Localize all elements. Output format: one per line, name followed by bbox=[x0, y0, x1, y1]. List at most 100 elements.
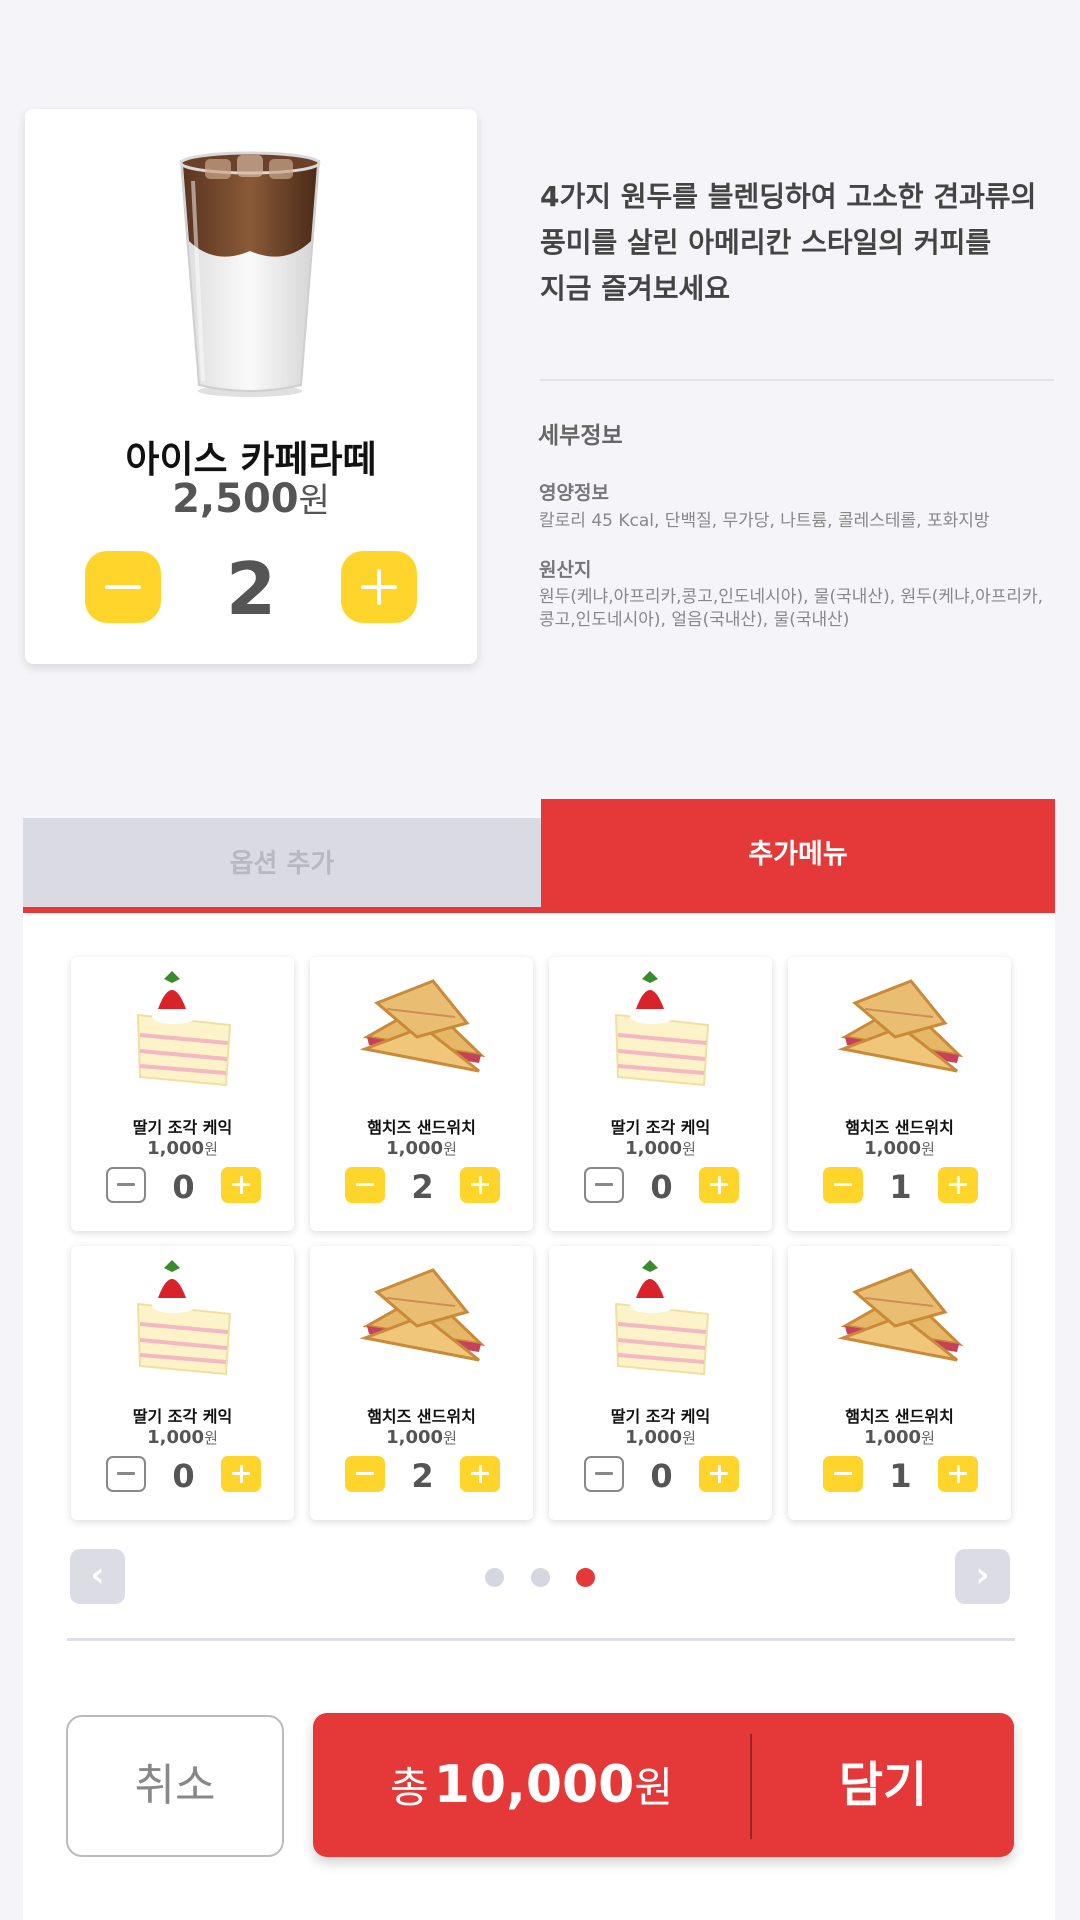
item-increase-button[interactable] bbox=[699, 1456, 739, 1492]
item-price-unit: 원 bbox=[682, 1429, 696, 1447]
divider bbox=[540, 379, 1054, 381]
item-quantity: 0 bbox=[650, 1168, 673, 1206]
product-price-value: 2,500 bbox=[172, 476, 299, 522]
item-name: 딸기 조각 케익 bbox=[132, 1407, 233, 1426]
item-name: 딸기 조각 케익 bbox=[610, 1407, 711, 1426]
menu-item-card[interactable]: 햄치즈 샌드위치 1,000원 1 bbox=[788, 957, 1011, 1231]
item-increase-button[interactable] bbox=[699, 1167, 739, 1203]
ham-cheese-sandwich-image bbox=[359, 979, 486, 1073]
item-price-value: 1,000 bbox=[625, 1138, 683, 1159]
tab-options[interactable]: 옵션 추가 bbox=[23, 818, 541, 910]
item-price-unit: 원 bbox=[443, 1429, 457, 1447]
item-quantity: 0 bbox=[650, 1457, 673, 1495]
item-price-value: 1,000 bbox=[147, 1138, 205, 1159]
strawberry-cake-image bbox=[136, 971, 232, 1087]
minus-icon bbox=[117, 1472, 135, 1475]
nutrition-text: 칼로리 45 Kcal, 단백질, 무가당, 나트륨, 콜레스테롤, 포화지방 bbox=[539, 511, 990, 531]
item-decrease-button[interactable] bbox=[106, 1456, 146, 1492]
page-dot-2[interactable] bbox=[531, 1568, 550, 1587]
item-price-value: 1,000 bbox=[147, 1427, 205, 1448]
item-decrease-button[interactable] bbox=[584, 1456, 624, 1492]
item-quantity-stepper: 1 bbox=[823, 1167, 978, 1206]
item-price-value: 1,000 bbox=[386, 1138, 444, 1159]
item-increase-button[interactable] bbox=[938, 1456, 978, 1492]
item-quantity: 1 bbox=[889, 1168, 912, 1206]
minus-icon bbox=[356, 1183, 374, 1186]
minus-icon bbox=[595, 1472, 613, 1475]
item-price: 1,000원 bbox=[788, 1427, 1011, 1448]
item-increase-button[interactable] bbox=[460, 1456, 500, 1492]
item-price: 1,000원 bbox=[549, 1427, 772, 1448]
minus-icon bbox=[105, 585, 141, 589]
item-decrease-button[interactable] bbox=[106, 1167, 146, 1203]
total-prefix: 총 bbox=[389, 1763, 429, 1812]
total-amount: 10,000 bbox=[433, 1755, 635, 1815]
menu-item-card[interactable]: 햄치즈 샌드위치 1,000원 2 bbox=[310, 957, 533, 1231]
product-quantity-stepper: 2 bbox=[85, 547, 417, 631]
item-increase-button[interactable] bbox=[460, 1167, 500, 1203]
item-price-unit: 원 bbox=[204, 1140, 218, 1158]
item-quantity: 2 bbox=[411, 1457, 434, 1495]
item-quantity-stepper: 1 bbox=[823, 1456, 978, 1495]
item-quantity-stepper: 2 bbox=[345, 1456, 500, 1495]
minus-icon bbox=[117, 1183, 135, 1186]
origin-label: 원산지 bbox=[539, 559, 592, 581]
item-price-unit: 원 bbox=[921, 1140, 935, 1158]
page-dot-1[interactable] bbox=[485, 1568, 504, 1587]
strawberry-cake-image bbox=[614, 1260, 710, 1376]
minus-icon bbox=[834, 1183, 852, 1186]
item-name: 햄치즈 샌드위치 bbox=[845, 1118, 954, 1137]
item-increase-button[interactable] bbox=[221, 1456, 261, 1492]
item-price-unit: 원 bbox=[204, 1429, 218, 1447]
menu-item-card[interactable]: 햄치즈 샌드위치 1,000원 1 bbox=[788, 1246, 1011, 1520]
item-price-value: 1,000 bbox=[864, 1138, 922, 1159]
item-decrease-button[interactable] bbox=[584, 1167, 624, 1203]
menu-item-card[interactable]: 딸기 조각 케익 1,000원 0 bbox=[71, 957, 294, 1231]
add-label: 담기 bbox=[838, 1757, 928, 1813]
cancel-button[interactable]: 취소 bbox=[66, 1715, 284, 1857]
product-price: 2,500원 bbox=[25, 473, 477, 522]
item-increase-button[interactable] bbox=[221, 1167, 261, 1203]
product-decrease-button[interactable] bbox=[85, 551, 161, 623]
ham-cheese-sandwich-image bbox=[837, 979, 964, 1073]
menu-item-card[interactable]: 딸기 조각 케익 1,000원 0 bbox=[549, 957, 772, 1231]
item-name: 딸기 조각 케익 bbox=[610, 1118, 711, 1137]
prev-page-button[interactable]: ‹ bbox=[70, 1549, 125, 1604]
item-decrease-button[interactable] bbox=[823, 1456, 863, 1492]
product-increase-button[interactable] bbox=[341, 551, 417, 623]
item-decrease-button[interactable] bbox=[345, 1167, 385, 1203]
item-quantity-stepper: 0 bbox=[584, 1456, 739, 1495]
minus-icon bbox=[834, 1472, 852, 1475]
divider bbox=[67, 1638, 1015, 1641]
item-price-value: 1,000 bbox=[386, 1427, 444, 1448]
page-dot-3[interactable] bbox=[576, 1568, 595, 1587]
total-price: 총 10,000원 bbox=[313, 1713, 750, 1857]
nutrition-label: 영양정보 bbox=[539, 482, 609, 504]
tab-underline bbox=[23, 907, 1055, 913]
item-name: 햄치즈 샌드위치 bbox=[367, 1407, 476, 1426]
minus-icon bbox=[595, 1183, 613, 1186]
item-price-value: 1,000 bbox=[864, 1427, 922, 1448]
ham-cheese-sandwich-image bbox=[837, 1268, 964, 1362]
item-increase-button[interactable] bbox=[938, 1167, 978, 1203]
item-quantity-stepper: 0 bbox=[106, 1456, 261, 1495]
item-price: 1,000원 bbox=[310, 1138, 533, 1159]
details-title: 세부정보 bbox=[538, 423, 623, 449]
strawberry-cake-image bbox=[136, 1260, 232, 1376]
menu-item-card[interactable]: 딸기 조각 케익 1,000원 0 bbox=[549, 1246, 772, 1520]
ham-cheese-sandwich-image bbox=[359, 1268, 486, 1362]
item-price-value: 1,000 bbox=[625, 1427, 683, 1448]
next-page-button[interactable]: › bbox=[955, 1549, 1010, 1604]
item-price: 1,000원 bbox=[71, 1427, 294, 1448]
menu-item-card[interactable]: 딸기 조각 케익 1,000원 0 bbox=[71, 1246, 294, 1520]
item-quantity-stepper: 0 bbox=[584, 1167, 739, 1206]
origin-text: 원두(케냐,아프리카,콩고,인도네시아), 물(국내산), 원두(케냐,아프리카… bbox=[539, 587, 1044, 630]
item-quantity-stepper: 0 bbox=[106, 1167, 261, 1206]
item-decrease-button[interactable] bbox=[345, 1456, 385, 1492]
item-quantity: 2 bbox=[411, 1168, 434, 1206]
add-to-cart-button[interactable]: 총 10,000원 담기 bbox=[313, 1713, 1014, 1857]
item-price: 1,000원 bbox=[71, 1138, 294, 1159]
menu-item-card[interactable]: 햄치즈 샌드위치 1,000원 2 bbox=[310, 1246, 533, 1520]
item-decrease-button[interactable] bbox=[823, 1167, 863, 1203]
tab-extra-menu[interactable]: 추가메뉴 bbox=[541, 799, 1055, 911]
